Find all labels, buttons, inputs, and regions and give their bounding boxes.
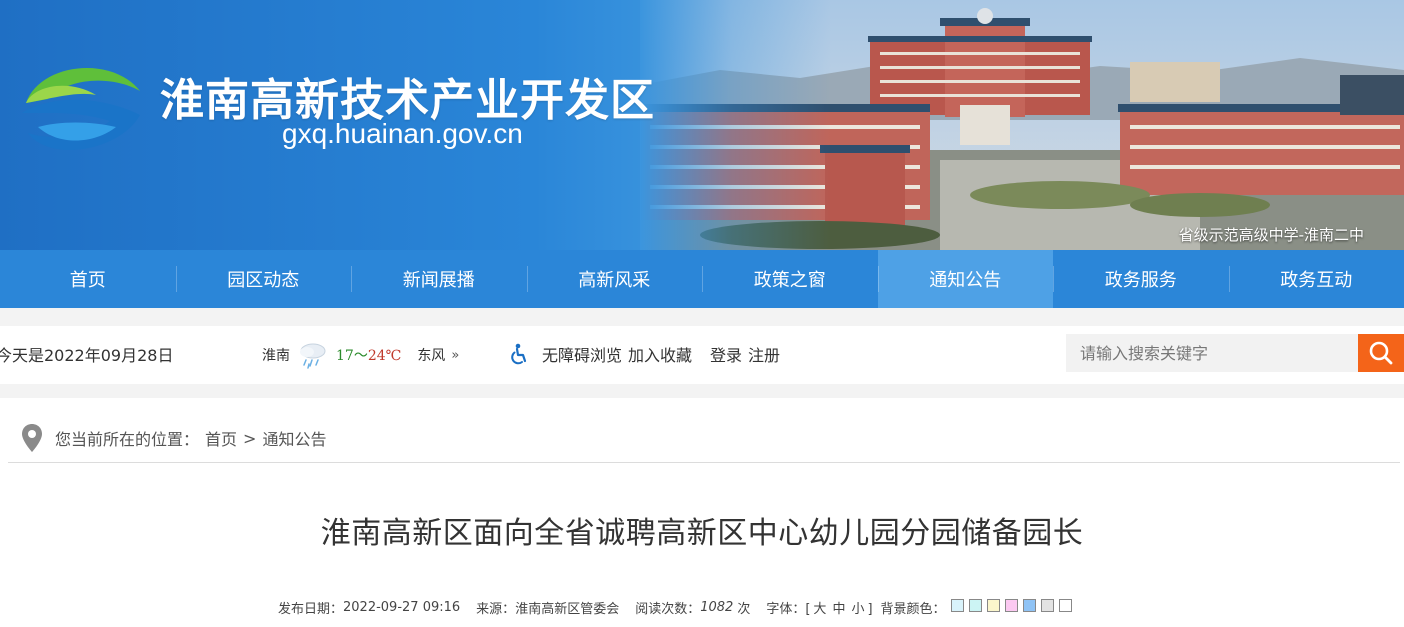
weather-wind: 东风 bbox=[417, 348, 446, 364]
accessibility-icon[interactable] bbox=[508, 343, 530, 365]
bg-color-swatch[interactable] bbox=[1004, 599, 1018, 612]
search-button[interactable] bbox=[1358, 334, 1404, 372]
weather-widget[interactable]: 淮南 17～24℃ 东风 » bbox=[262, 340, 459, 370]
info-bar-inner: 今天是2022年09月28日 淮南 17～24℃ 东风 » 无障碍浏览 加入收藏… bbox=[0, 326, 1404, 384]
info-bar: 今天是2022年09月28日 淮南 17～24℃ 东风 » 无障碍浏览 加入收藏… bbox=[0, 308, 1404, 398]
photo-caption: 省级示范高级中学-淮南二中 bbox=[1178, 226, 1364, 244]
nav-item-gov-services[interactable]: 政务服务 bbox=[1053, 250, 1229, 308]
font-large-button[interactable]: 大 bbox=[813, 602, 826, 617]
font-medium-button[interactable]: 中 bbox=[832, 602, 845, 617]
font-size-label: 字体： bbox=[766, 602, 806, 617]
temp-separator: ～ bbox=[353, 348, 368, 364]
rain-cloud-icon bbox=[300, 343, 326, 369]
source-label: 来源： bbox=[476, 602, 516, 617]
breadcrumb-prefix: 您当前所在的位置： bbox=[55, 430, 200, 449]
article-meta: 发布日期： 2022-09-27 09:16 来源： 淮南高新区管委会 阅读次数… bbox=[278, 598, 1072, 617]
main-nav: 首页 园区动态 新闻展播 高新风采 政策之窗 通知公告 政务服务 政务互动 bbox=[0, 250, 1404, 308]
nav-item-showcase[interactable]: 高新风采 bbox=[526, 250, 703, 308]
weather-temperature: 17～24℃ bbox=[336, 345, 401, 365]
bg-color-swatch[interactable] bbox=[1040, 599, 1054, 612]
utility-links: 无障碍浏览 加入收藏 登录 注册 bbox=[508, 342, 786, 366]
publish-date-label: 发布日期： bbox=[278, 602, 344, 617]
today-date: 今天是2022年09月28日 bbox=[0, 346, 174, 365]
nav-item-gov-interaction[interactable]: 政务互动 bbox=[1228, 250, 1404, 308]
views-count: 1082 bbox=[700, 600, 734, 615]
nav-item-news-broadcast[interactable]: 新闻展播 bbox=[351, 250, 527, 308]
font-bracket-close: ] bbox=[867, 602, 873, 617]
bg-color-label: 背景颜色： bbox=[880, 602, 946, 617]
breadcrumb-separator: > bbox=[243, 428, 257, 448]
bg-color-swatch[interactable] bbox=[968, 599, 982, 612]
site-logo bbox=[22, 68, 140, 151]
article-title: 淮南高新区面向全省诚聘高新区中心幼儿园分园储备园长 bbox=[320, 516, 1084, 551]
bg-color-swatches bbox=[946, 599, 1072, 616]
weather-city: 淮南 bbox=[262, 348, 290, 364]
temp-high: 24℃ bbox=[367, 348, 402, 364]
breadcrumb: 您当前所在的位置： 首页 > 通知公告 bbox=[8, 414, 1400, 463]
register-link[interactable]: 注册 bbox=[748, 342, 780, 366]
nav-item-policy[interactable]: 政策之窗 bbox=[702, 250, 878, 308]
add-favorite-link[interactable]: 加入收藏 bbox=[628, 342, 692, 366]
temp-low: 17 bbox=[336, 348, 354, 364]
views-label: 阅读次数： bbox=[635, 602, 701, 617]
bg-color-swatch[interactable] bbox=[986, 599, 1000, 612]
nav-item-home[interactable]: 首页 bbox=[0, 250, 176, 308]
site-domain: gxq.huainan.gov.cn bbox=[282, 118, 523, 149]
font-bracket-open: [ bbox=[805, 602, 811, 617]
weather-more-icon[interactable]: » bbox=[451, 348, 459, 363]
nav-item-park-news[interactable]: 园区动态 bbox=[175, 250, 352, 308]
breadcrumb-current[interactable]: 通知公告 bbox=[262, 426, 326, 450]
nav-item-notices[interactable]: 通知公告 bbox=[877, 250, 1053, 308]
publish-date: 2022-09-27 09:16 bbox=[343, 600, 461, 615]
campus-photo bbox=[640, 0, 1404, 250]
bg-color-swatch[interactable] bbox=[950, 599, 964, 612]
font-small-button[interactable]: 小 bbox=[851, 602, 864, 617]
login-link[interactable]: 登录 bbox=[710, 342, 742, 366]
accessibility-link[interactable]: 无障碍浏览 bbox=[542, 342, 622, 366]
font-size-controls: [大中小] bbox=[805, 598, 872, 617]
header-banner: 淮南高新技术产业开发区 gxq.huainan.gov.cn 省级示范高级中学-… bbox=[0, 0, 1404, 250]
source-value: 淮南高新区管委会 bbox=[515, 602, 620, 617]
search-input[interactable] bbox=[1066, 334, 1358, 372]
bg-color-swatch[interactable] bbox=[1022, 599, 1036, 612]
search-icon bbox=[1369, 341, 1393, 365]
location-pin-icon bbox=[22, 424, 42, 452]
views-unit: 次 bbox=[737, 602, 751, 617]
bg-color-swatch[interactable] bbox=[1058, 599, 1072, 612]
breadcrumb-home-link[interactable]: 首页 bbox=[205, 426, 237, 450]
